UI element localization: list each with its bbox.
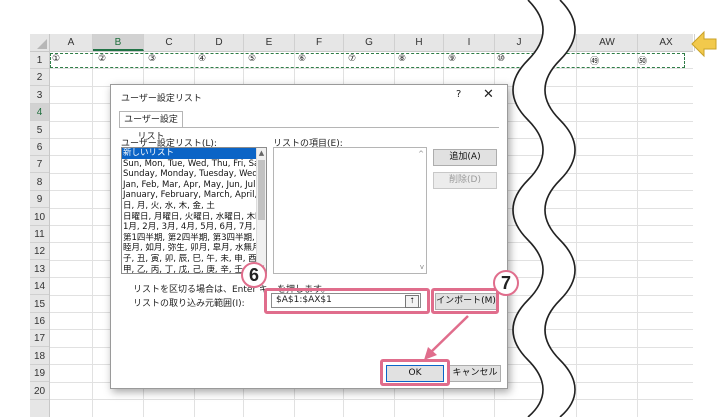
row-header-3[interactable]: 3 xyxy=(30,87,49,104)
range-highlight-box xyxy=(264,288,430,314)
dialog-title: ユーザー設定リスト xyxy=(121,94,202,104)
grid-vline xyxy=(576,52,577,417)
column-header-av[interactable]: AV xyxy=(544,34,577,51)
close-icon[interactable]: ✕ xyxy=(483,87,494,102)
scroll-thumb[interactable] xyxy=(258,160,265,220)
grid-vline xyxy=(637,52,638,417)
step-6-badge: 6 xyxy=(241,262,267,288)
column-header-e[interactable]: E xyxy=(244,34,295,51)
row-header-1[interactable]: 1 xyxy=(30,52,49,69)
column-header-j[interactable]: J xyxy=(495,34,544,51)
column-header-a[interactable]: A xyxy=(50,34,93,51)
import-range-label: リストの取り込み元範囲(I): xyxy=(133,299,245,309)
column-header-g[interactable]: G xyxy=(344,34,395,51)
column-header-d[interactable]: D xyxy=(195,34,244,51)
column-headers: A B C D E F G H I J AV AW AX xyxy=(50,34,695,52)
row-header-5[interactable]: 5 xyxy=(30,122,49,139)
row-headers: 1 2 3 4 5 6 7 8 9 10 11 12 13 14 15 16 17 18 19 20 xyxy=(30,52,50,417)
pointer-marker-icon xyxy=(691,30,717,58)
delete-button[interactable]: 削除(D) xyxy=(433,172,497,189)
list-item[interactable]: 第1四半期, 第2四半期, 第3四半期, 第 xyxy=(122,233,266,244)
copy-marquee xyxy=(50,53,685,68)
help-button[interactable]: ? xyxy=(456,89,461,100)
column-header-h[interactable]: H xyxy=(395,34,444,51)
entries-scroll-up-icon: ^ xyxy=(418,150,424,158)
cancel-button[interactable]: キャンセル xyxy=(449,365,501,382)
tab-divider xyxy=(119,127,499,128)
row-header-7[interactable]: 7 xyxy=(30,156,49,174)
list-item[interactable]: Jan, Feb, Mar, Apr, May, Jun, Jul, xyxy=(122,180,266,191)
row-header-9[interactable]: 9 xyxy=(30,191,49,209)
row-header-17[interactable]: 17 xyxy=(30,330,49,348)
row-header-10[interactable]: 10 xyxy=(30,209,49,226)
tab-custom-lists[interactable]: ユーザー設定リスト xyxy=(119,111,183,142)
row-header-18[interactable]: 18 xyxy=(30,348,49,365)
ok-highlight-box xyxy=(380,359,450,386)
custom-lists-dialog: ユーザー設定リスト ? ✕ ユーザー設定リスト ユーザー設定リスト(L): リス… xyxy=(110,84,508,389)
row-header-13[interactable]: 13 xyxy=(30,261,49,278)
grid-vline xyxy=(543,52,544,417)
select-all-corner[interactable] xyxy=(30,34,50,52)
list-item[interactable]: 子, 丑, 寅, 卯, 辰, 巳, 午, 未, 申, 酉 xyxy=(122,254,266,265)
row-header-2[interactable]: 2 xyxy=(30,69,49,87)
list-item[interactable]: Sunday, Monday, Tuesday, Wedn xyxy=(122,169,266,180)
scroll-up-icon[interactable]: ▲ xyxy=(257,149,266,157)
import-highlight-box xyxy=(431,288,499,314)
row-header-19[interactable]: 19 xyxy=(30,365,49,383)
list-item[interactable]: 日曜日, 月曜日, 火曜日, 水曜日, 木曜 xyxy=(122,212,266,223)
add-button[interactable]: 追加(A) xyxy=(433,149,497,166)
column-header-f[interactable]: F xyxy=(295,34,344,51)
row-header-14[interactable]: 14 xyxy=(30,278,49,296)
row-header-4[interactable]: 4 xyxy=(30,104,49,122)
column-header-c[interactable]: C xyxy=(144,34,195,51)
grid-vline xyxy=(92,52,93,417)
entries-scroll-down-icon: v xyxy=(419,263,424,271)
row-header-11[interactable]: 11 xyxy=(30,226,49,243)
list-item[interactable]: 日, 月, 火, 水, 木, 金, 土 xyxy=(122,201,266,212)
custom-lists-listbox[interactable]: 新しいリスト Sun, Mon, Tue, Wed, Thu, Fri, Sa Su… xyxy=(121,147,267,274)
column-header-ax[interactable]: AX xyxy=(638,34,695,51)
column-header-b[interactable]: B xyxy=(93,34,144,51)
row-header-8[interactable]: 8 xyxy=(30,174,49,191)
column-header-aw[interactable]: AW xyxy=(577,34,638,51)
row-header-6[interactable]: 6 xyxy=(30,139,49,156)
row-header-16[interactable]: 16 xyxy=(30,313,49,330)
list-item-new-list[interactable]: 新しいリスト xyxy=(122,148,266,159)
list-item[interactable]: Sun, Mon, Tue, Wed, Thu, Fri, Sa xyxy=(122,159,266,170)
grid-hline xyxy=(50,399,693,400)
grid-hline xyxy=(50,68,693,70)
row-header-12[interactable]: 12 xyxy=(30,243,49,261)
list-item[interactable]: January, February, March, April, M xyxy=(122,190,266,201)
list-item[interactable]: 睦月, 如月, 弥生, 卯月, 皐月, 水無月, xyxy=(122,243,266,254)
column-header-i[interactable]: I xyxy=(444,34,495,51)
list-entries-textarea[interactable]: ^ v xyxy=(273,147,427,274)
listbox-scrollbar[interactable]: ▲ ▼ xyxy=(256,148,266,273)
row-header-20[interactable]: 20 xyxy=(30,383,49,400)
row-header-15[interactable]: 15 xyxy=(30,296,49,313)
step-7-badge: 7 xyxy=(493,270,519,296)
list-item[interactable]: 1月, 2月, 3月, 4月, 5月, 6月, 7月, 8 xyxy=(122,222,266,233)
